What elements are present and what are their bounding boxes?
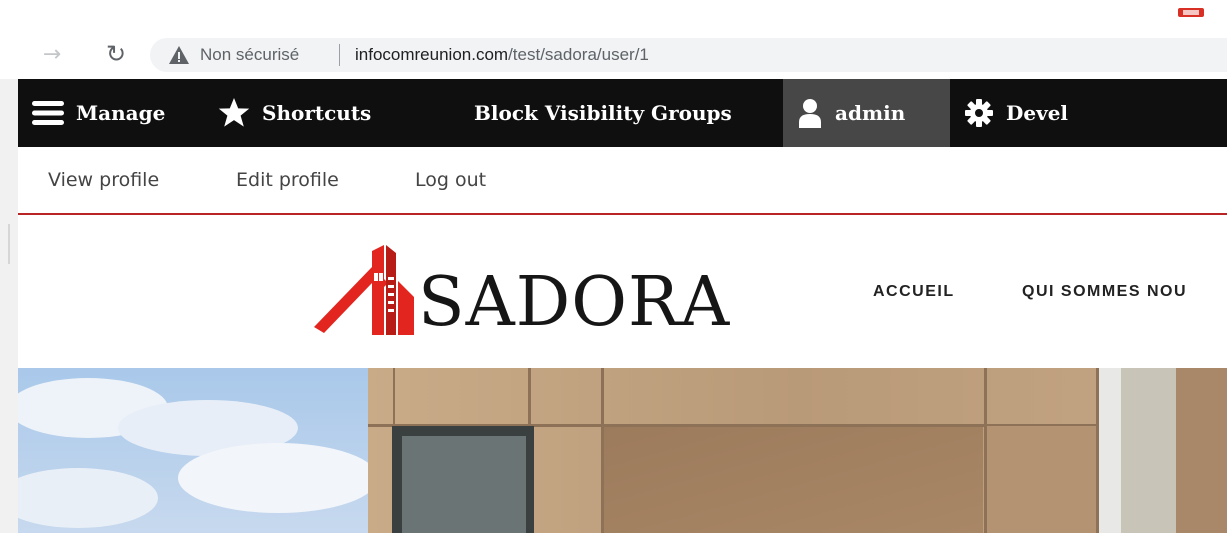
- toolbar-devel[interactable]: Devel: [964, 79, 1068, 147]
- hamburger-icon: [32, 101, 64, 125]
- toolbar-block-visibility-groups[interactable]: Block Visibility Groups: [474, 79, 732, 147]
- security-label[interactable]: Non sécurisé: [200, 44, 299, 66]
- edit-profile-link[interactable]: Edit profile: [236, 147, 339, 213]
- toolbar-tray: View profile Edit profile Log out: [18, 147, 1227, 215]
- warning-icon[interactable]: [168, 44, 190, 66]
- site-header: SADORA ACCUEIL QUI SOMMES NOU: [18, 215, 1227, 368]
- toolbar-manage[interactable]: Manage: [32, 79, 165, 147]
- toolbar-devel-label: Devel: [1006, 101, 1069, 125]
- browser-chrome: → ↻ Non sécurisé infocomreunion.com/test…: [0, 0, 1227, 79]
- toolbar-admin-label: admin: [835, 101, 906, 125]
- toolbar-shortcuts-label: Shortcuts: [262, 101, 372, 125]
- log-out-link[interactable]: Log out: [415, 147, 486, 213]
- url-text[interactable]: infocomreunion.com/test/sadora/user/1: [355, 44, 649, 66]
- gear-icon: [965, 99, 993, 127]
- sadora-logo-text[interactable]: SADORA: [418, 263, 730, 343]
- gutter-marker: [8, 224, 10, 264]
- flag-icon: [1178, 8, 1204, 17]
- menu-accueil[interactable]: ACCUEIL: [873, 283, 955, 301]
- url-host: infocomreunion.com: [355, 45, 509, 64]
- view-profile-link[interactable]: View profile: [48, 147, 159, 213]
- left-gutter: [0, 79, 18, 533]
- hero-image: [18, 368, 1227, 533]
- address-separator: [339, 44, 340, 66]
- star-icon: [218, 98, 250, 127]
- hero-building-picture: [18, 368, 1227, 533]
- forward-arrow-icon[interactable]: →: [38, 40, 66, 68]
- toolbar-manage-label: Manage: [76, 101, 166, 125]
- address-bar[interactable]: [150, 38, 1227, 72]
- admin-toolbar: Manage Shortcuts Block Visibility Groups…: [18, 79, 1227, 147]
- toolbar-shortcuts[interactable]: Shortcuts: [218, 79, 371, 147]
- url-path: /test/sadora/user/1: [508, 45, 649, 64]
- reload-icon[interactable]: ↻: [102, 40, 130, 68]
- user-icon: [799, 99, 821, 128]
- menu-qui-sommes-nous[interactable]: QUI SOMMES NOU: [1022, 283, 1187, 301]
- toolbar-admin[interactable]: admin: [783, 79, 950, 147]
- toolbar-bvg-label: Block Visibility Groups: [474, 101, 732, 125]
